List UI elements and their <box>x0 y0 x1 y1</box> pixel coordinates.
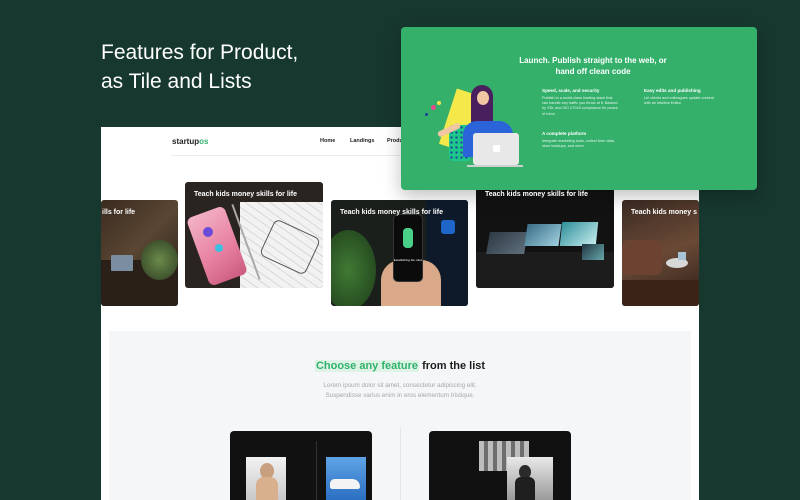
phone-screen-text: Establishing the rules <box>393 258 423 262</box>
product-tile[interactable]: Teach kids money skills for life <box>185 182 323 288</box>
logo-accent: os <box>199 137 209 146</box>
nav-link-home[interactable]: Home <box>320 138 335 144</box>
features-title-rest: from the list <box>419 360 486 372</box>
hero-title: Features for Product, as Tile and Lists <box>101 38 361 96</box>
feature-desc-line: of mind. <box>542 111 556 116</box>
feature-heading: Easy edits and publishing <box>644 88 701 93</box>
product-tile[interactable]: Establishing the rules Teach kids money … <box>331 200 468 306</box>
feature-card-popup: Launch. Publish straight to the web, or … <box>401 27 757 190</box>
product-tile[interactable]: ills for life <box>101 200 178 306</box>
features-subtitle-line-2: Suspendisse varius enim in eros elementu… <box>325 392 475 399</box>
card-title-line-2: hand off clean code <box>555 67 631 76</box>
feature-heading: A complete platform <box>542 131 587 136</box>
features-subtitle: Lorem ipsum dolor sit amet, consectetur … <box>109 381 691 401</box>
logo[interactable]: startupos <box>172 137 208 146</box>
features-divider <box>400 427 401 500</box>
feature-desc-line: with an intuitive Editor. <box>644 101 682 106</box>
card-title: Launch. Publish straight to the web, or … <box>493 55 693 77</box>
feature-desc-line: store backups, and more. <box>542 144 585 149</box>
feature-description: Publish to a world-class hosting stack t… <box>542 96 618 117</box>
features-title-highlight: Choose any feature <box>314 360 420 372</box>
features-section: Choose any feature from the list Lorem i… <box>109 331 691 500</box>
hero-title-line-1: Features for Product, <box>101 41 299 64</box>
device-preview-right[interactable] <box>429 431 571 500</box>
feature-heading: Speed, scale, and security <box>542 88 600 93</box>
tile-label: Teach kids money skills for life <box>340 209 443 216</box>
tile-label: Teach kids money s <box>631 209 698 216</box>
product-tile[interactable]: Teach kids money skills for life <box>476 182 614 288</box>
logo-main: startup <box>172 137 200 146</box>
tile-label: ills for life <box>102 209 136 216</box>
features-title: Choose any feature from the list <box>109 360 691 372</box>
feature-description: Integrate marketing tools, collect form … <box>542 139 615 149</box>
tile-label: Teach kids money skills for life <box>194 191 297 198</box>
feature-desc-line: by SSL and ISO 27018 compliance for peac… <box>542 106 618 111</box>
tile-label: Teach kids money skills for life <box>485 191 588 198</box>
card-title-line-1: Launch. Publish straight to the web, or <box>519 56 667 65</box>
feature-description: Let clients and colleagues update conten… <box>644 96 714 106</box>
hero-title-line-2: as Tile and Lists <box>101 70 252 93</box>
product-tile[interactable]: Teach kids money s <box>622 200 699 306</box>
nav-link-landings[interactable]: Landings <box>350 138 374 144</box>
device-preview-left[interactable] <box>230 431 372 500</box>
features-subtitle-line-1: Lorem ipsum dolor sit amet, consectetur … <box>323 382 477 389</box>
